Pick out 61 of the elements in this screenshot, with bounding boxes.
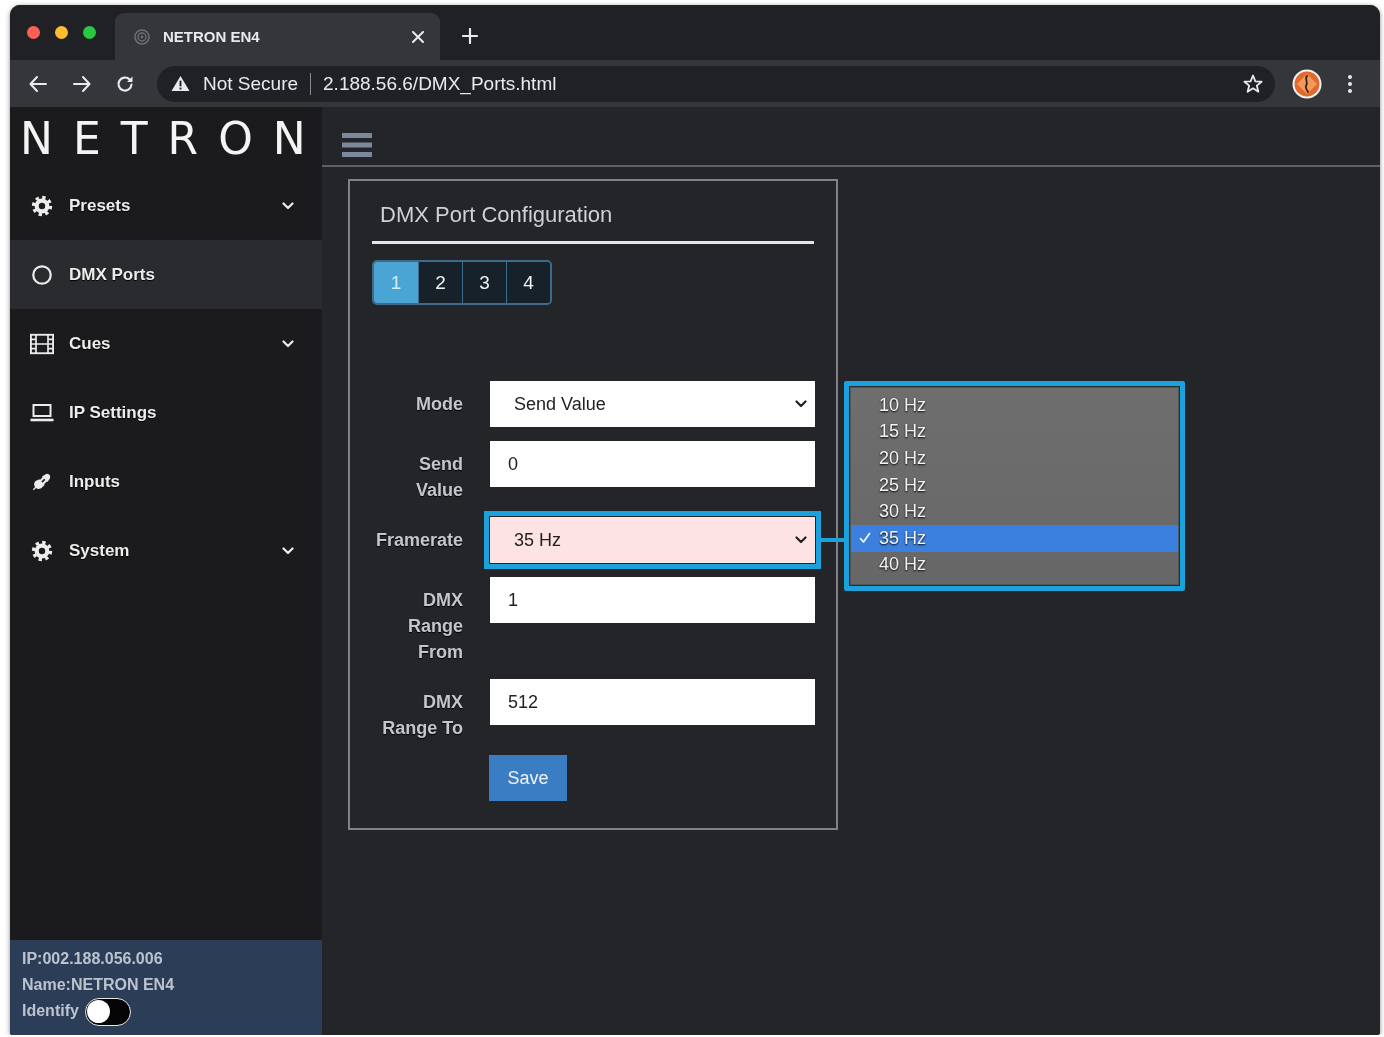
dropdown-option[interactable]: 25 Hz [851, 471, 1178, 499]
field-label: Framerate [374, 529, 463, 552]
close-icon[interactable] [412, 30, 424, 43]
laptop-icon [30, 401, 54, 424]
save-button[interactable]: Save [489, 755, 567, 801]
sidebar-item[interactable]: IP Settings [10, 378, 322, 447]
panel-title: DMX Port Configuration [372, 181, 814, 244]
chevron-down-icon [795, 400, 807, 408]
more-menu-icon[interactable] [1348, 74, 1352, 93]
dropdown-option[interactable]: 30 Hz [851, 498, 1178, 525]
menu-icon[interactable] [342, 132, 372, 158]
sidebar-item[interactable]: Presets [10, 171, 322, 240]
sidebar-item[interactable]: Cues [10, 309, 322, 378]
field-label: DMX Range To [381, 691, 463, 740]
dropdown-option[interactable]: 20 Hz [851, 445, 1178, 472]
address-bar[interactable]: Not Secure 2.188.56.6/DMX_Ports.html [157, 65, 1275, 102]
gear-icon [30, 194, 54, 217]
field-label: Mode [415, 393, 463, 416]
favicon-icon [134, 28, 150, 45]
window-minimize-icon[interactable] [55, 26, 68, 39]
identify-toggle[interactable] [84, 998, 131, 1026]
chevron-down-icon [282, 201, 294, 210]
chevron-down-icon [282, 339, 294, 348]
url-text: 2.188.56.6/DMX_Ports.html [323, 72, 557, 95]
field-label: Send Value [414, 453, 463, 502]
sidebar-item[interactable]: DMX Ports [10, 240, 322, 309]
star-icon[interactable] [1243, 73, 1263, 94]
text-input[interactable]: 512 [490, 679, 815, 725]
dropdown-select[interactable]: Send Value [490, 381, 815, 427]
security-label: Not Secure [203, 72, 299, 95]
gear-icon [30, 539, 54, 562]
film-icon [30, 332, 54, 355]
reload-icon[interactable] [116, 74, 134, 93]
profile-avatar-icon[interactable] [1292, 68, 1322, 99]
dropdown-option[interactable]: 35 Hz [851, 524, 1178, 552]
plus-icon[interactable] [462, 28, 478, 44]
device-name-text: Name:NETRON EN4 [22, 975, 175, 995]
dropdown-option[interactable]: 40 Hz [851, 551, 1178, 579]
dropdown-option[interactable]: 10 Hz [851, 392, 1178, 419]
brand-logo: NETRON [20, 114, 326, 164]
port-tab[interactable]: 3 [462, 262, 506, 303]
window-zoom-icon[interactable] [83, 26, 96, 39]
text-input[interactable]: 1 [490, 577, 815, 623]
field-label: DMX Range From [407, 589, 463, 664]
identify-label: Identify [22, 1001, 79, 1021]
window-close-icon[interactable] [27, 26, 40, 39]
sidebar-item[interactable]: Inputs [10, 447, 322, 516]
dropdown-option[interactable]: 15 Hz [851, 418, 1178, 446]
circle-icon [30, 263, 54, 286]
chevron-down-icon [282, 546, 294, 555]
sidebar-item[interactable]: System [10, 516, 322, 585]
port-tab[interactable]: 2 [418, 262, 462, 303]
text-input[interactable]: 0 [490, 441, 815, 487]
browser-tab[interactable]: NETRON EN4 [115, 13, 440, 60]
check-icon [859, 532, 871, 545]
back-arrow-icon[interactable] [29, 74, 47, 93]
warning-icon [171, 75, 190, 92]
forward-arrow-icon[interactable] [73, 74, 91, 93]
chevron-down-icon [795, 536, 807, 544]
ip-address-text: IP:002.188.056.006 [22, 949, 163, 969]
port-tab[interactable]: 4 [506, 262, 550, 303]
